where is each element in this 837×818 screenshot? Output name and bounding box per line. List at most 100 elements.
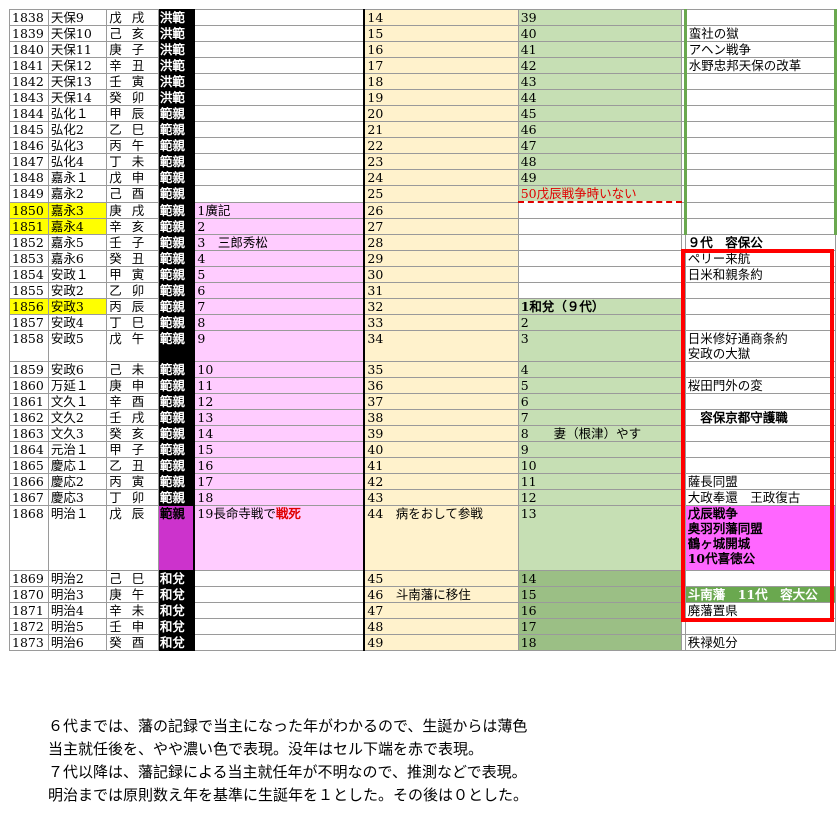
cell-c3 — [517, 233, 682, 251]
cell-c1 — [193, 105, 366, 122]
note-line: 明治までは原則数え年を基準に生誕年を１とした。その後は０とした。 — [48, 786, 529, 804]
cell-eto: 壬 戌 — [106, 408, 159, 426]
cell-year: 1850 — [9, 201, 49, 219]
cell-era: 明治6 — [47, 633, 108, 651]
table-row: 1859 安政6 己 未範親 10 35 4 — [9, 360, 837, 378]
cell-c4: 秩禄処分 — [684, 633, 837, 651]
cell-c4: 桜田門外の変 — [684, 376, 837, 394]
cell-c2: 31 — [363, 281, 519, 299]
cell-c3: 9 — [517, 440, 682, 458]
cell-eto: 壬 寅 — [106, 73, 159, 90]
table-row: 1870 明治3 庚 午和兌 46 斗南藩に移住 15 斗南藩 11代 容大公 — [9, 585, 837, 603]
cell-eto: 己 酉 — [106, 185, 159, 203]
cell-lord: 範親 — [157, 201, 196, 219]
cell-c4: ペリー来航 — [684, 249, 837, 267]
cell-eto: 乙 卯 — [106, 281, 159, 299]
cell-year: 1866 — [9, 472, 49, 490]
cell-year: 1856 — [9, 297, 49, 315]
cell-c3 — [517, 217, 682, 235]
cell-c1: 2 — [193, 217, 366, 235]
cell-year: 1858 — [9, 329, 49, 362]
cell-c1 — [193, 57, 366, 74]
cell-c3: 7 — [517, 408, 682, 426]
cell-c4: 水野忠邦天保の改革 — [683, 57, 837, 74]
cell-eto: 己 亥 — [106, 25, 159, 42]
cell-lord: 範親 — [157, 376, 196, 394]
table-row: 1852 嘉永5 壬 子範親 3 三郎秀松 28 ９代 容保公 — [9, 233, 837, 251]
cell-era: 安政4 — [47, 313, 108, 331]
cell-lord: 洪範 — [157, 25, 196, 42]
cell-c4 — [683, 121, 837, 138]
cell-eto: 丙 寅 — [106, 472, 159, 490]
cell-lord: 和兌 — [157, 617, 196, 635]
cell-c3: 1和兌（９代） — [517, 297, 682, 315]
cell-c4: 薩長同盟 — [684, 472, 837, 490]
cell-era: 天保13 — [47, 73, 108, 90]
cell-lord: 範親 — [157, 105, 196, 122]
cell-c2: 20 — [363, 105, 519, 122]
cell-year: 1849 — [9, 185, 49, 203]
cell-era: 安政１ — [47, 265, 108, 283]
cell-era: 安政2 — [47, 281, 108, 299]
cell-c2: 26 — [363, 201, 519, 219]
cell-year: 1840 — [9, 41, 49, 58]
cell-year: 1865 — [9, 456, 49, 474]
cell-era: 弘化3 — [47, 137, 108, 154]
notes: ６代までは、藩の記録で当主になった年がわかるので、生誕からは薄色 当主就任後を、… — [48, 715, 528, 807]
cell-c4 — [683, 137, 837, 154]
cell-c3: 5 — [517, 376, 682, 394]
cell-c2: 45 — [363, 569, 519, 587]
table-row: 1873 明治6 癸 酉和兌 49 18 秩禄処分 — [9, 633, 837, 651]
cell-era: 嘉永4 — [47, 217, 108, 235]
cell-c3: 4 — [517, 360, 682, 378]
cell-c3: 49 — [517, 169, 682, 186]
cell-c2: 44 病をおして参戦 — [363, 504, 519, 571]
table-row: 1840 天保11 庚 子洪範 16 41 アヘン戦争 — [9, 41, 837, 58]
cell-era: 慶応2 — [47, 472, 108, 490]
cell-c3: 10 — [517, 456, 682, 474]
table-row: 1853 嘉永6 癸 丑範親 4 29 ペリー来航 — [9, 249, 837, 267]
cell-c1 — [193, 185, 366, 203]
cell-lord: 範親 — [157, 360, 196, 378]
cell-c2: 42 — [363, 472, 519, 490]
table-row: 1868 明治１ 戊 辰範親 19長命寺戦で戦死 44 病をおして参戦 13 戊辰戦争 奥羽… — [9, 504, 837, 571]
cell-eto: 癸 亥 — [106, 424, 159, 442]
cell-c4 — [684, 392, 837, 410]
cell-c3 — [517, 201, 682, 219]
cell-lord: 和兌 — [157, 601, 196, 619]
note-line: 当主就任後を、やや濃い色で表現。没年はセル下端を赤で表現。 — [48, 740, 484, 758]
cell-c3 — [517, 265, 682, 283]
cell-lord: 範親 — [157, 313, 196, 331]
cell-c4: 戊辰戦争 奥羽列藩同盟 鶴ヶ城開城 10代喜徳公 — [684, 504, 837, 571]
cell-eto: 癸 卯 — [106, 89, 159, 106]
cell-c1 — [193, 569, 366, 587]
cell-eto: 癸 丑 — [106, 249, 159, 267]
table-row: 1864 元治１ 甲 子範親 15 40 9 — [9, 440, 837, 458]
cell-c1 — [193, 121, 366, 138]
cell-c3: 46 — [517, 121, 682, 138]
cell-lord: 範親 — [157, 265, 196, 283]
table-row: 1846 弘化3 丙 午範親 22 47 — [9, 137, 837, 154]
note-line: ６代までは、藩の記録で当主になった年がわかるので、生誕からは薄色 — [48, 717, 528, 735]
cell-c1: 4 — [193, 249, 366, 267]
cell-era: 弘化１ — [47, 105, 108, 122]
cell-eto: 甲 寅 — [106, 265, 159, 283]
cell-c4 — [683, 9, 837, 26]
cell-c2: 41 — [363, 456, 519, 474]
cell-c1: 14 — [193, 424, 366, 442]
cell-c1: 13 — [193, 408, 366, 426]
cell-era: 弘化2 — [47, 121, 108, 138]
table-row: 1838 天保9 戊 戌洪範 14 39 — [9, 9, 837, 26]
table-row: 1860 万延１ 庚 申範親 11 36 5 桜田門外の変 — [9, 376, 837, 394]
cell-lord: 洪範 — [157, 73, 196, 90]
table-row: 1847 弘化4 丁 未範親 23 48 — [9, 153, 837, 170]
cell-era: 天保14 — [47, 89, 108, 106]
cell-year: 1871 — [9, 601, 49, 619]
cell-c3: 48 — [517, 153, 682, 170]
cell-era: 文久１ — [47, 392, 108, 410]
cell-c2: 46 斗南藩に移住 — [363, 585, 519, 603]
cell-c4: 蛮社の獄 — [683, 25, 837, 42]
cell-c1 — [193, 585, 366, 603]
cell-eto: 辛 酉 — [106, 392, 159, 410]
cell-eto: 庚 申 — [106, 376, 159, 394]
